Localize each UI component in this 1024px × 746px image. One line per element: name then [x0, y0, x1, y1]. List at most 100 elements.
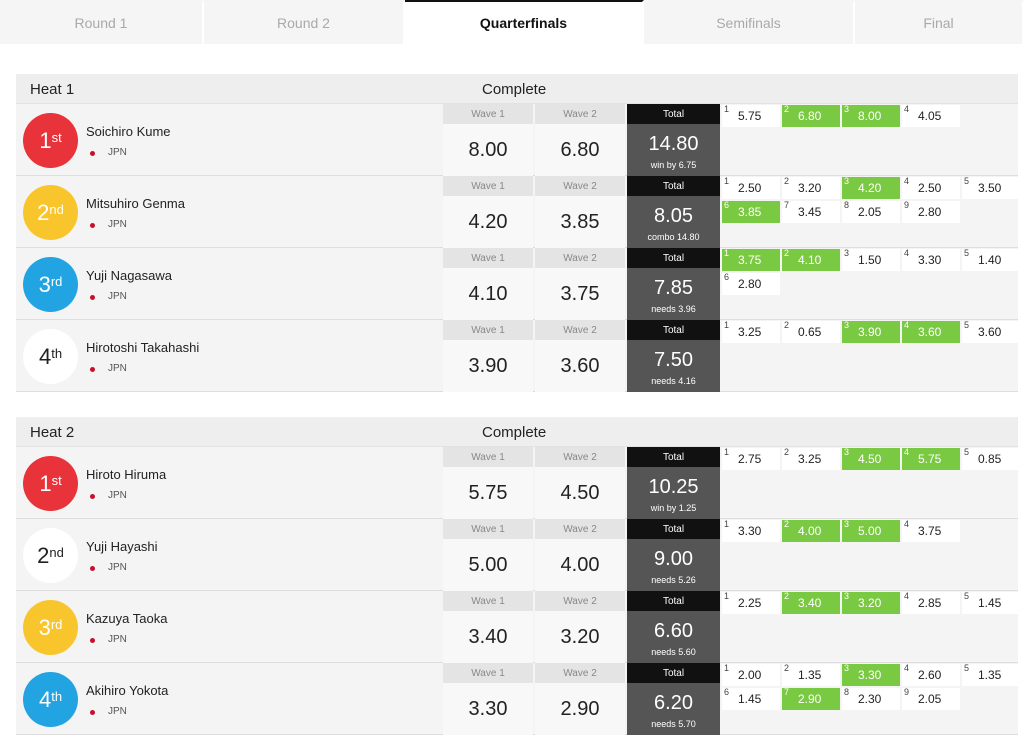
wave-number: 1: [724, 447, 730, 457]
surfer-name[interactable]: Kazuya Taoka: [86, 611, 167, 626]
tab-final[interactable]: Final: [855, 0, 1024, 44]
wave-1-label: Wave 1: [443, 591, 533, 611]
wave-number: 8: [844, 200, 850, 210]
all-waves-grid: 1 2.50 2 3.20 3 4.20 4 2.50 5 3.50 6 3.85 7 3.45 8 2.05…: [722, 176, 1020, 248]
surfer-name[interactable]: Akihiro Yokota: [86, 683, 168, 698]
total-label: Total: [627, 519, 720, 539]
wave-1-column: Wave 1 3.90: [443, 320, 533, 392]
wave-score-cell: 2 1.35: [782, 663, 840, 686]
wave-2-label: Wave 2: [535, 248, 625, 268]
all-waves-grid: 1 3.25 2 0.65 3 3.90 4 3.60 5 3.60: [722, 320, 1020, 392]
surfer-name[interactable]: Hiroto Hiruma: [86, 467, 166, 482]
wave-number: 9: [904, 200, 910, 210]
wave-1-column: Wave 1 3.30: [443, 663, 533, 735]
surfer-row[interactable]: 2nd Yuji Hayashi JPN Wave 1 5.00 Wave 2 4.00 To…: [16, 519, 1018, 591]
wave-number: 5: [964, 447, 970, 457]
total-note: combo 14.80: [647, 232, 700, 242]
heat-status: Complete: [482, 424, 547, 441]
surfer-name[interactable]: Yuji Hayashi: [86, 539, 158, 554]
surfer-name[interactable]: Mitsuhiro Genma: [86, 196, 185, 211]
surfer-name[interactable]: Soichiro Kume: [86, 124, 171, 139]
wave-score: 1.35: [978, 668, 1002, 682]
place-number: 2: [37, 199, 50, 225]
wave-2-score: 3.75: [560, 282, 600, 305]
wave-score-cell: 2 3.20: [782, 176, 840, 199]
japan-flag-icon: [90, 494, 95, 499]
wave-score-cell: 7 3.45: [782, 200, 840, 223]
total-label: Total: [627, 663, 720, 683]
place-suffix: rd: [50, 274, 63, 289]
surfer-row[interactable]: 1st Hiroto Hiruma JPN Wave 1 5.75 Wave 2 4.50 T…: [16, 447, 1020, 519]
place-suffix: nd: [49, 202, 64, 217]
wave-1-label: Wave 1: [443, 447, 533, 467]
wave-score: 3.60: [978, 325, 1002, 339]
total-column: Total 14.80 win by 6.75: [627, 104, 720, 176]
tab-quarterfinals[interactable]: Quarterfinals: [405, 0, 644, 44]
surfer-row[interactable]: 1st Soichiro Kume JPN Wave 1 8.00 Wave 2 6.80 T…: [16, 104, 1018, 176]
wave-score: 2.50: [918, 181, 942, 195]
wave-1-column: Wave 1 4.20: [443, 176, 533, 248]
place-badge: 3rd: [23, 600, 78, 655]
wave-score-cell: 3 5.00: [842, 519, 900, 542]
place-badge: 4th: [23, 329, 78, 384]
wave-number: 3: [844, 447, 850, 457]
wave-score: 3.85: [738, 205, 762, 219]
wave-1-score: 8.00: [468, 138, 508, 161]
surfer-name[interactable]: Hirotoshi Takahashi: [86, 340, 199, 355]
wave-score: 8.00: [858, 109, 882, 123]
heat-status: Complete: [482, 81, 547, 98]
total-note: needs 5.70: [651, 719, 696, 729]
wave-number: 1: [724, 176, 730, 186]
place-number: 3: [38, 271, 51, 297]
wave-2-column: Wave 2 3.75: [535, 248, 625, 320]
place-suffix: st: [51, 473, 62, 488]
wave-2-column: Wave 2 4.50: [535, 447, 625, 519]
wave-number: 4: [904, 663, 910, 673]
surfer-row[interactable]: 2nd Mitsuhiro Genma JPN Wave 1 4.20 Wave 2 3.8…: [16, 176, 1020, 248]
surfer-name[interactable]: Yuji Nagasawa: [86, 268, 172, 283]
place-suffix: th: [51, 346, 63, 361]
wave-2-column: Wave 2 6.80: [535, 104, 625, 176]
surfer-row[interactable]: 3rd Kazuya Taoka JPN Wave 1 3.40 Wave 2 3.20 To…: [16, 591, 1020, 663]
wave-score-cell: 1 2.75: [722, 447, 780, 470]
wave-2-score: 3.85: [560, 210, 600, 233]
tab-semifinals[interactable]: Semifinals: [644, 0, 855, 44]
wave-1-column: Wave 1 3.40: [443, 591, 533, 663]
surfer-row[interactable]: 3rd Yuji Nagasawa JPN Wave 1 4.10 Wave 2 3.75 T…: [16, 248, 1020, 320]
tab-round-2[interactable]: Round 2: [204, 0, 405, 44]
all-waves-grid: 1 2.00 2 1.35 3 3.30 4 2.60 5 1.35 6 1.45 7 2.90 8 2.30…: [722, 663, 1020, 735]
wave-number: 8: [844, 687, 850, 697]
wave-score-cell: 6 3.85: [722, 200, 780, 223]
wave-1-score: 4.20: [468, 210, 508, 233]
wave-number: 3: [844, 320, 850, 330]
wave-score-cell: 5 1.35: [962, 663, 1020, 686]
wave-2-label: Wave 2: [535, 663, 625, 683]
place-badge: 1st: [23, 456, 78, 511]
place-number: 1: [39, 470, 52, 496]
wave-2-label: Wave 2: [535, 104, 625, 124]
wave-number: 5: [964, 320, 970, 330]
wave-number: 2: [784, 248, 790, 258]
wave-score-cell: 8 2.30: [842, 687, 900, 710]
place-badge: 1st: [23, 113, 78, 168]
all-waves-grid: 1 3.30 2 4.00 3 5.00 4 3.75: [722, 519, 1018, 591]
wave-score: 3.25: [798, 452, 822, 466]
wave-1-score: 3.90: [468, 354, 508, 377]
wave-score-cell: 5 3.60: [962, 320, 1020, 343]
wave-score: 1.50: [858, 253, 882, 267]
wave-number: 4: [904, 248, 910, 258]
total-score: 8.05: [654, 204, 693, 227]
wave-2-score: 3.60: [560, 354, 600, 377]
wave-score-cell: 3 4.50: [842, 447, 900, 470]
surfer-row[interactable]: 4th Akihiro Yokota JPN Wave 1 3.30 Wave 2 2.90…: [16, 663, 1020, 735]
place-badge: 3rd: [23, 257, 78, 312]
wave-score-cell: 2 4.00: [782, 519, 840, 542]
wave-score-cell: 3 4.20: [842, 176, 900, 199]
wave-score-cell: 1 5.75: [722, 104, 780, 127]
surfer-row[interactable]: 4th Hirotoshi Takahashi JPN Wave 1 3.90 Wave …: [16, 320, 1020, 392]
total-label: Total: [627, 591, 720, 611]
tab-round-1[interactable]: Round 1: [0, 0, 204, 44]
heat-2: Heat 2 Complete 1st Hiroto Hiruma JPN Wave 15…: [16, 417, 1020, 735]
heat-1: Heat 1 Complete 1st Soichiro Kume JPN Wave 18…: [16, 74, 1020, 392]
country-code: JPN: [108, 291, 127, 302]
